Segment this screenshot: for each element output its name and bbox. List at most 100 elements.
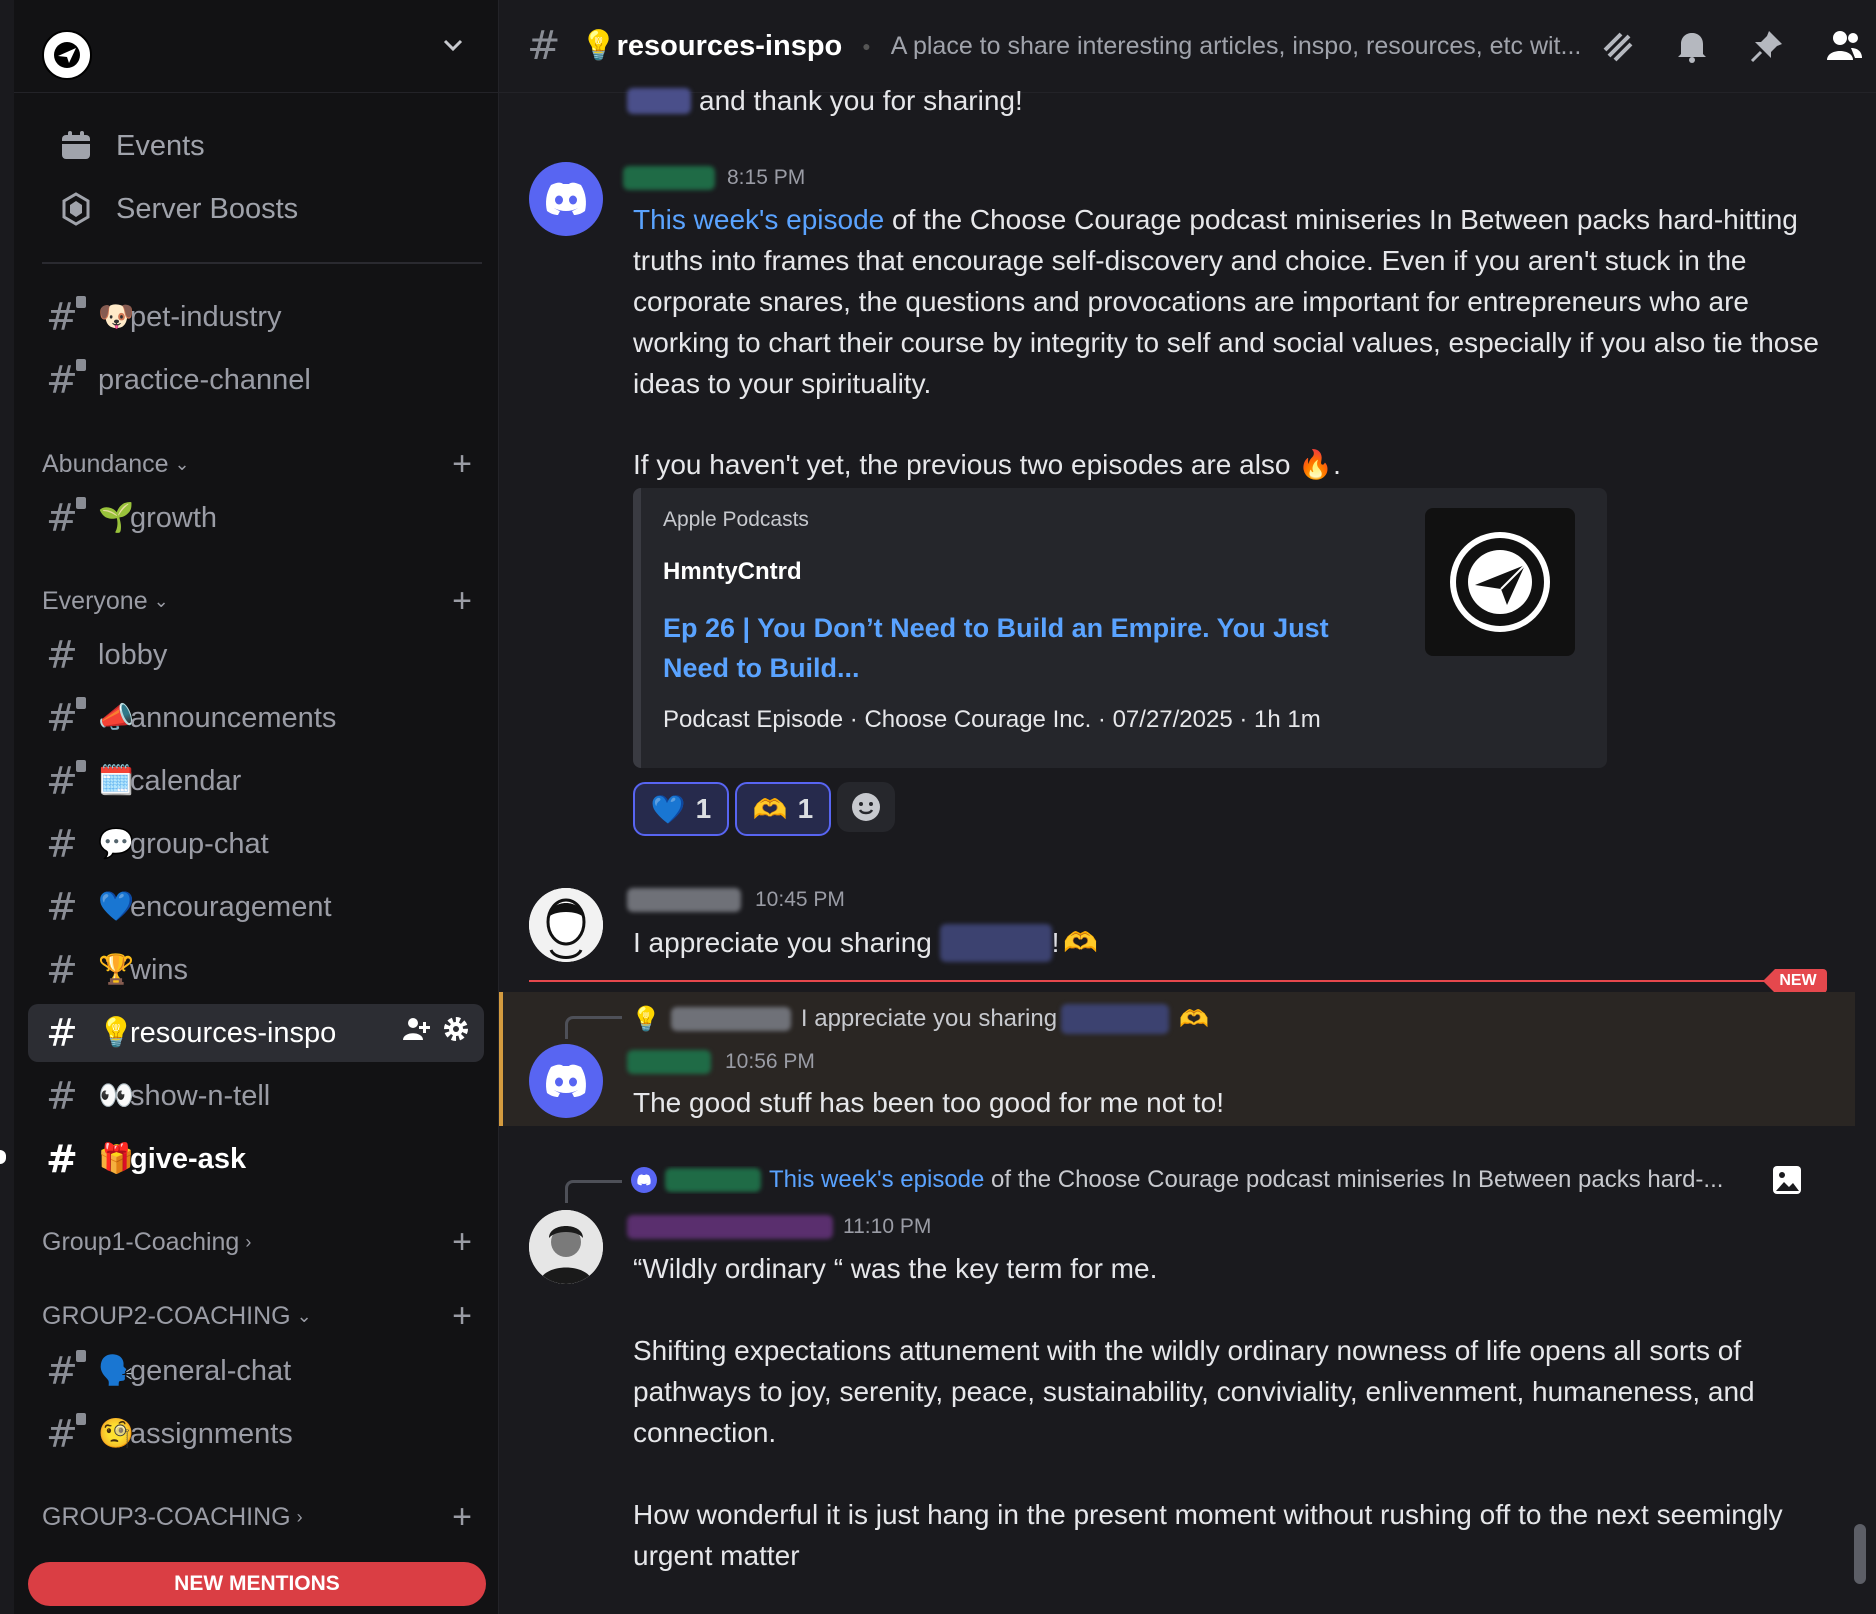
message-paragraph: How wonderful it is just hang in the pre… bbox=[633, 1499, 1783, 1571]
gear-icon[interactable] bbox=[442, 1015, 470, 1051]
server-header[interactable] bbox=[14, 0, 498, 93]
channel-announcements[interactable]: # 📣 announcements bbox=[28, 689, 484, 747]
message-header: 11:10 PM bbox=[627, 1215, 931, 1239]
reply-connector bbox=[565, 1180, 622, 1203]
calendar-icon bbox=[56, 126, 96, 166]
sidebar-divider bbox=[42, 262, 482, 264]
message-body: I appreciate you sharing ! 🫶 bbox=[633, 922, 1098, 963]
channel-general-chat[interactable]: # 🗣️ general-chat bbox=[28, 1342, 484, 1400]
events-label: Events bbox=[116, 129, 205, 162]
discord-avatar-icon bbox=[631, 1167, 657, 1193]
add-channel-icon[interactable]: + bbox=[452, 445, 472, 484]
text-channel-icon: # bbox=[46, 1137, 78, 1181]
text-channel-icon: # bbox=[46, 760, 86, 800]
image-icon bbox=[1771, 1164, 1803, 1201]
avatar[interactable] bbox=[529, 1044, 603, 1118]
reply-preview[interactable]: This week's episode of the Choose Courag… bbox=[631, 1166, 1741, 1194]
redacted-username bbox=[670, 1007, 791, 1031]
text-channel-icon: # bbox=[46, 633, 78, 677]
reaction-blue-heart[interactable]: 💙 1 bbox=[633, 782, 729, 836]
timestamp[interactable]: 8:15 PM bbox=[727, 166, 805, 190]
redacted-mention bbox=[1061, 1004, 1170, 1034]
smiley-icon bbox=[852, 793, 880, 821]
episode-link[interactable]: This week's episode bbox=[633, 204, 884, 235]
message-body-second: If you haven't yet, the previous two epi… bbox=[633, 449, 1341, 480]
embed-thumbnail[interactable] bbox=[1425, 508, 1575, 656]
choose-courage-logo-icon bbox=[1450, 532, 1550, 632]
channel-topic[interactable]: A place to share interesting articles, i… bbox=[891, 32, 1591, 61]
channel-calendar[interactable]: # 🗓️ calendar bbox=[28, 752, 484, 810]
threads-icon[interactable] bbox=[1599, 28, 1635, 69]
add-channel-icon[interactable]: + bbox=[452, 1297, 472, 1336]
channel-wins[interactable]: # 🏆 wins bbox=[28, 941, 484, 999]
timestamp[interactable]: 10:45 PM bbox=[755, 888, 845, 912]
channel-resources-inspo[interactable]: # 💡 resources-inspo bbox=[28, 1004, 484, 1062]
heart-hands-emoji: 🫶 bbox=[1063, 927, 1099, 958]
reply-preview[interactable]: 💡 I appreciate you sharing 🫶 bbox=[631, 1004, 1209, 1034]
add-channel-icon[interactable]: + bbox=[452, 582, 472, 621]
channel-give-ask[interactable]: # 🎁 give-ask bbox=[28, 1130, 484, 1188]
channel-growth[interactable]: # 🌱 growth bbox=[28, 489, 484, 547]
text-channel-icon: # bbox=[527, 23, 561, 69]
text-channel-icon: # bbox=[46, 822, 78, 866]
timestamp[interactable]: 10:56 PM bbox=[725, 1050, 815, 1074]
message-header: 10:45 PM bbox=[627, 888, 845, 912]
channel-group-chat[interactable]: # 💬 group-chat bbox=[28, 815, 484, 873]
bell-icon[interactable] bbox=[1675, 28, 1709, 69]
boost-icon bbox=[56, 189, 96, 229]
reaction-heart-hands[interactable]: 🫶 1 bbox=[735, 782, 831, 836]
chevron-down-icon: ⌄ bbox=[296, 1305, 312, 1326]
embed-author[interactable]: HmntyCntrd bbox=[663, 558, 802, 586]
redacted-username bbox=[665, 1168, 761, 1192]
text-channel-icon: # bbox=[46, 296, 86, 336]
lightbulb-icon: 💡 bbox=[631, 1005, 661, 1033]
scrollbar[interactable] bbox=[1854, 1524, 1866, 1584]
redacted-username[interactable] bbox=[623, 166, 715, 190]
text-channel-icon: # bbox=[46, 1074, 78, 1118]
avatar[interactable] bbox=[529, 1210, 603, 1284]
chevron-down-icon[interactable] bbox=[440, 32, 466, 63]
pin-icon[interactable] bbox=[1749, 28, 1785, 69]
add-channel-icon[interactable]: + bbox=[452, 1223, 472, 1262]
server-boosts-item[interactable]: Server Boosts bbox=[40, 181, 498, 237]
embed-title-link[interactable]: Ep 26 | You Don’t Need to Build an Empir… bbox=[663, 608, 1343, 688]
category-group1-coaching[interactable]: Group1-Coaching › + bbox=[42, 1222, 482, 1262]
category-group3-coaching[interactable]: GROUP3-COACHING › + bbox=[42, 1497, 482, 1537]
chevron-down-icon: ⌄ bbox=[174, 453, 190, 474]
add-reaction-button[interactable] bbox=[837, 782, 895, 832]
message-body: The good stuff has been too good for me … bbox=[633, 1087, 1225, 1118]
events-item[interactable]: Events bbox=[40, 118, 498, 174]
channel-encouragement[interactable]: # 💙 encouragement bbox=[28, 878, 484, 936]
timestamp[interactable]: 11:10 PM bbox=[843, 1215, 931, 1239]
chevron-down-icon: ⌄ bbox=[153, 590, 169, 611]
channel-assignments[interactable]: # 🧐 assignments bbox=[28, 1405, 484, 1463]
text-channel-icon: # bbox=[46, 497, 86, 537]
new-mentions-button[interactable]: NEW MENTIONS bbox=[28, 1562, 486, 1606]
category-everyone[interactable]: Everyone ⌄ + bbox=[42, 581, 482, 621]
fire-emoji: 🔥 bbox=[1298, 449, 1334, 480]
server-logo-icon[interactable] bbox=[42, 30, 92, 80]
chevron-right-icon: › bbox=[245, 1231, 252, 1252]
message-header: 8:15 PM bbox=[623, 166, 805, 190]
redacted-username[interactable] bbox=[627, 1215, 833, 1239]
new-badge: NEW bbox=[1763, 969, 1827, 993]
message-body: “Wildly ordinary “ was the key term for … bbox=[633, 1248, 1823, 1576]
new-messages-divider bbox=[529, 980, 1825, 982]
avatar[interactable] bbox=[529, 888, 603, 962]
create-invite-icon[interactable] bbox=[402, 1016, 430, 1050]
unread-indicator bbox=[0, 1150, 6, 1164]
channel-pet-industry[interactable]: # 🐶 pet-industry bbox=[28, 288, 484, 346]
avatar[interactable] bbox=[529, 162, 603, 236]
channel-show-n-tell[interactable]: # 👀 show-n-tell bbox=[28, 1067, 484, 1125]
category-abundance[interactable]: Abundance ⌄ + bbox=[42, 444, 482, 484]
category-group2-coaching[interactable]: GROUP2-COACHING ⌄ + bbox=[42, 1296, 482, 1336]
header-separator: ● bbox=[862, 38, 871, 54]
channel-title: 💡resources-inspo bbox=[580, 30, 843, 62]
channel-practice-channel[interactable]: # practice-channel bbox=[28, 351, 484, 409]
message-body: This week's episode of the Choose Courag… bbox=[633, 204, 1819, 399]
redacted-username[interactable] bbox=[627, 888, 741, 912]
add-channel-icon[interactable]: + bbox=[452, 1498, 472, 1537]
channel-lobby[interactable]: # lobby bbox=[28, 626, 484, 684]
redacted-username[interactable] bbox=[627, 1050, 711, 1074]
member-list-icon[interactable] bbox=[1825, 28, 1863, 67]
